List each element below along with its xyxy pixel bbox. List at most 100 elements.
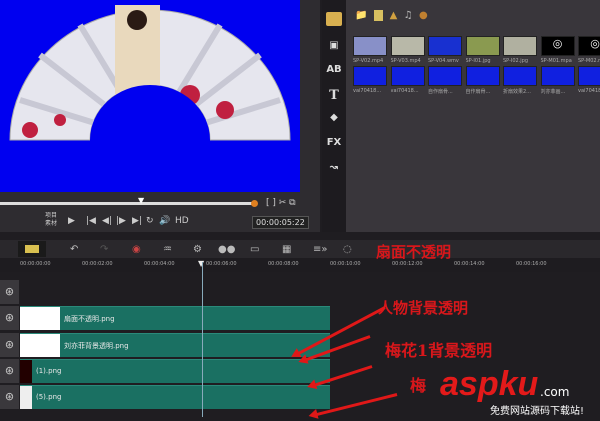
- trim-end-marker[interactable]: [251, 200, 258, 207]
- clip-name: 扇面不透明.png: [64, 315, 115, 323]
- home-button[interactable]: |◀: [86, 216, 96, 226]
- scrubber-bar[interactable]: [0, 202, 255, 205]
- undo-icon[interactable]: ↶: [70, 244, 78, 255]
- sound-mixer-icon[interactable]: ♒: [163, 244, 172, 255]
- scrubber-handle[interactable]: ▼: [138, 196, 144, 205]
- library-thumbnail[interactable]: [353, 66, 387, 86]
- loop-icon[interactable]: ◌: [343, 244, 352, 255]
- ruler-tick-label: 00:00:08:00: [268, 261, 299, 267]
- auto-music-icon[interactable]: ⚙: [193, 244, 202, 255]
- graphics-icon[interactable]: ◆: [326, 112, 342, 126]
- timeline-toolbar: [0, 240, 600, 258]
- library-thumbnail[interactable]: [503, 36, 537, 56]
- library-thumbnail[interactable]: [428, 66, 462, 86]
- timecode-field[interactable]: 00:00:05:22: [252, 216, 309, 229]
- play-button[interactable]: ▶: [68, 216, 75, 226]
- project-mode-label[interactable]: 项目: [45, 212, 57, 220]
- record-capture-icon[interactable]: ◉: [132, 244, 141, 255]
- library-thumbnail-label: SP-I01.jpg: [465, 58, 491, 64]
- clip-thumbnail: [20, 307, 60, 330]
- library-thumbnail[interactable]: ◎: [540, 36, 575, 56]
- mark-in-out[interactable]: [ ] ✂ ⧉: [266, 198, 296, 208]
- prev-frame-button[interactable]: ◀|: [102, 216, 112, 226]
- playhead-line: [202, 262, 203, 417]
- fan-image: [9, 5, 291, 155]
- redo-icon[interactable]: ↷: [100, 244, 108, 255]
- clip-thumbnail: [20, 334, 60, 357]
- overlay-track-header[interactable]: ⊛: [0, 385, 19, 409]
- next-frame-button[interactable]: |▶: [116, 216, 126, 226]
- library-thumbnail-label: vai70418...: [578, 88, 600, 94]
- clip-name: (5).png: [36, 393, 62, 401]
- clip-name: (1).png: [36, 367, 62, 375]
- track-header[interactable]: ⊛: [0, 280, 19, 304]
- preview-panel: ▼ [ ] ✂ ⧉ 项目 素材 ▶ |◀ ◀| |▶ ▶| ↻ 🔊 HD 00:…: [0, 0, 320, 232]
- ruler-tick-label: 00:00:06:00: [206, 261, 237, 267]
- library-thumbnail[interactable]: [540, 66, 575, 86]
- ruler-tick-label: 00:00:10:00: [330, 261, 361, 267]
- overlay-track-header[interactable]: ⊛: [0, 359, 19, 383]
- motion-tracking-icon[interactable]: ●●: [218, 244, 235, 255]
- library-thumbnail-label: SP-V02.mp4: [353, 58, 384, 64]
- library-thumbnail[interactable]: [465, 36, 500, 56]
- library-thumbnail-label: 自作扇骨...: [428, 89, 453, 95]
- clip-thumbnail: [20, 360, 32, 383]
- ruler-tick-label: 00:00:02:00: [82, 261, 113, 267]
- photo-filter-icon[interactable]: ▲: [390, 10, 398, 21]
- ruler-tick-label: 00:00:00:00: [20, 261, 51, 267]
- subtitle-editor-icon[interactable]: ▭: [250, 244, 259, 255]
- library-thumbnail[interactable]: [428, 36, 462, 56]
- clip-mode-label[interactable]: 素材: [45, 220, 57, 228]
- transition-icon[interactable]: AB: [326, 64, 342, 78]
- library-thumbnail-label: 折扇效果2...: [503, 89, 531, 95]
- repeat-icon[interactable]: ↻: [146, 216, 154, 226]
- timeline-clip[interactable]: 扇面不透明.png: [20, 306, 330, 330]
- ruler-tick-label: 00:00:16:00: [516, 261, 547, 267]
- library-thumbnail[interactable]: ◎: [578, 36, 600, 56]
- storyboard-view-button[interactable]: [18, 241, 46, 257]
- annotation-label: 梅: [410, 376, 427, 395]
- annotation-label: 梅花1背景透明: [385, 341, 493, 360]
- overlay-track-header[interactable]: ⊛: [0, 306, 19, 330]
- library-thumbnail-label: SP-V03.mp4: [390, 58, 421, 64]
- library-thumbnail[interactable]: [353, 36, 387, 56]
- fx-icon[interactable]: FX: [326, 137, 342, 151]
- overlay-track-header[interactable]: ⊛: [0, 333, 19, 357]
- library-sidebar: ▣ AB T ◆ FX ↝: [322, 0, 346, 232]
- annotation-label: 扇面不透明: [376, 243, 452, 261]
- library-thumbnail-label: SP-V04.wmv: [428, 58, 459, 64]
- hd-button[interactable]: HD: [175, 216, 189, 226]
- library-panel: [322, 0, 600, 232]
- clip-thumbnail: [20, 386, 32, 409]
- end-button[interactable]: ▶|: [132, 216, 142, 226]
- library-thumbnail[interactable]: [390, 66, 425, 86]
- timeline-clip[interactable]: (5).png: [20, 385, 330, 409]
- watermark-logo: aspku: [440, 365, 539, 403]
- library-thumbnail-label: vai70418...: [353, 88, 382, 94]
- multi-trim-icon[interactable]: ▦: [282, 244, 291, 255]
- video-filter-icon[interactable]: ▬: [373, 10, 384, 21]
- timeline-clip[interactable]: 刘亦菲背景透明.png: [20, 333, 330, 357]
- library-thumbnail[interactable]: [578, 66, 600, 86]
- title-icon[interactable]: T: [326, 88, 342, 103]
- library-thumbnail[interactable]: [390, 36, 425, 56]
- library-thumbnail[interactable]: [503, 66, 537, 86]
- path-icon[interactable]: ↝: [326, 162, 342, 176]
- library-thumbnail-label: SP-M01.mpa: [540, 58, 572, 64]
- annotation-label: 人物背景透明: [378, 299, 469, 317]
- effects-filter-icon[interactable]: ●: [419, 10, 428, 21]
- library-thumbnail-label: vai70418...: [390, 88, 419, 94]
- library-thumbnail-label: SP-I02.jpg: [503, 58, 529, 64]
- media-icon[interactable]: [326, 12, 342, 26]
- folder-icon[interactable]: 📁: [355, 10, 367, 21]
- audio-filter-icon[interactable]: ♫: [404, 10, 413, 21]
- ruler-tick-label: 00:00:04:00: [144, 261, 175, 267]
- library-thumbnail-label: SP-M02.mpa: [578, 58, 600, 64]
- timeline-clip[interactable]: (1).png: [20, 359, 330, 383]
- volume-icon[interactable]: 🔊: [159, 216, 170, 226]
- watermark-subtitle: 免费网站源码下载站!: [490, 406, 585, 417]
- preview-screen: [0, 0, 300, 192]
- speed-icon[interactable]: ≡»: [313, 244, 328, 255]
- instant-project-icon[interactable]: ▣: [326, 40, 342, 54]
- library-thumbnail[interactable]: [465, 66, 500, 86]
